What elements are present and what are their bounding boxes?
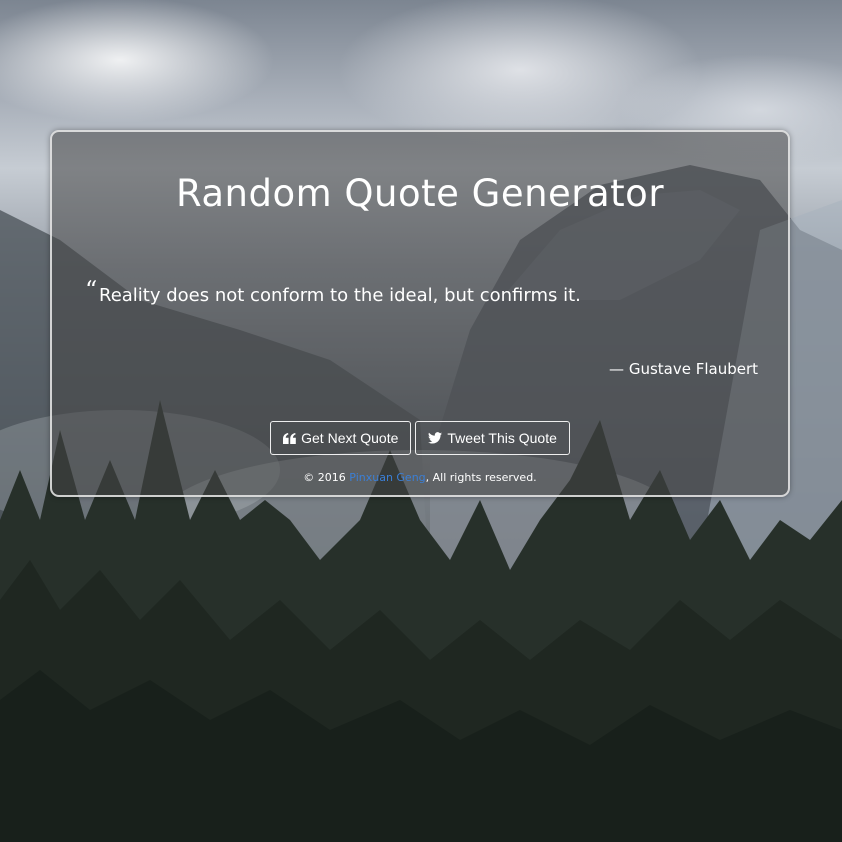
get-next-quote-label: Get Next Quote bbox=[301, 430, 399, 446]
tweet-quote-button[interactable]: Tweet This Quote bbox=[415, 421, 570, 455]
author-link[interactable]: Pinxuan Geng bbox=[349, 471, 425, 484]
quote-left-icon bbox=[283, 432, 296, 444]
footer-copyright: © 2016 Pinxuan Geng, All rights reserved… bbox=[52, 471, 788, 484]
quote-mark: “ bbox=[85, 276, 98, 304]
copyright-prefix: © 2016 bbox=[303, 471, 350, 484]
tweet-quote-label: Tweet This Quote bbox=[447, 430, 557, 446]
page-title: Random Quote Generator bbox=[175, 172, 665, 215]
quote-text: Reality does not conform to the ideal, b… bbox=[99, 285, 581, 306]
action-buttons: Get Next Quote Tweet This Quote bbox=[52, 421, 788, 455]
twitter-icon bbox=[428, 432, 443, 444]
copyright-suffix: , All rights reserved. bbox=[425, 471, 537, 484]
quote-author: — Gustave Flaubert bbox=[609, 360, 758, 378]
quote-panel: Random Quote Generator “ Reality does no… bbox=[50, 130, 790, 497]
get-next-quote-button[interactable]: Get Next Quote bbox=[270, 421, 412, 455]
